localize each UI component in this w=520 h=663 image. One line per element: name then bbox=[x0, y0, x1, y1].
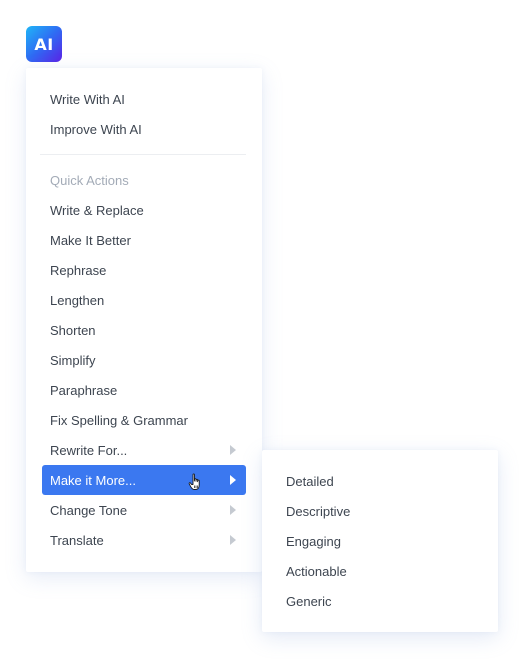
menu-item-label: Improve With AI bbox=[50, 121, 142, 137]
submenu-arrow-icon bbox=[230, 445, 236, 455]
menu-item-rewrite-for[interactable]: Rewrite For... bbox=[42, 435, 246, 465]
submenu-item-label: Detailed bbox=[286, 473, 334, 489]
submenu-arrow-icon bbox=[230, 535, 236, 545]
menu-item-fix-spelling-grammar[interactable]: Fix Spelling & Grammar bbox=[42, 405, 246, 435]
menu-item-label: Write & Replace bbox=[50, 202, 144, 218]
menu-item-write-and-replace[interactable]: Write & Replace bbox=[42, 195, 246, 225]
make-it-more-submenu: Detailed Descriptive Engaging Actionable… bbox=[262, 450, 498, 632]
submenu-item-actionable[interactable]: Actionable bbox=[278, 556, 482, 586]
submenu-arrow-icon bbox=[230, 505, 236, 515]
menu-item-label: Make it More... bbox=[50, 472, 136, 488]
submenu-item-detailed[interactable]: Detailed bbox=[278, 466, 482, 496]
submenu-item-label: Generic bbox=[286, 593, 332, 609]
menu-item-label: Shorten bbox=[50, 322, 96, 338]
menu-item-paraphrase[interactable]: Paraphrase bbox=[42, 375, 246, 405]
menu-item-write-with-ai[interactable]: Write With AI bbox=[42, 84, 246, 114]
menu-item-label: Rewrite For... bbox=[50, 442, 128, 458]
ai-context-menu: Write With AI Improve With AI Quick Acti… bbox=[26, 68, 262, 572]
submenu-item-label: Engaging bbox=[286, 533, 341, 549]
menu-item-label: Lengthen bbox=[50, 292, 105, 308]
submenu-item-engaging[interactable]: Engaging bbox=[278, 526, 482, 556]
submenu-item-label: Actionable bbox=[286, 563, 347, 579]
menu-item-label: Make It Better bbox=[50, 232, 131, 248]
menu-item-label: Translate bbox=[50, 532, 104, 548]
menu-item-label: Rephrase bbox=[50, 262, 107, 278]
menu-item-shorten[interactable]: Shorten bbox=[42, 315, 246, 345]
menu-item-simplify[interactable]: Simplify bbox=[42, 345, 246, 375]
submenu-item-descriptive[interactable]: Descriptive bbox=[278, 496, 482, 526]
section-label-text: Quick Actions bbox=[50, 172, 129, 188]
menu-item-label: Write With AI bbox=[50, 91, 125, 107]
section-label-quick-actions: Quick Actions bbox=[42, 165, 246, 195]
menu-item-translate[interactable]: Translate bbox=[42, 525, 246, 555]
submenu-item-label: Descriptive bbox=[286, 503, 351, 519]
menu-item-make-it-more[interactable]: Make it More... bbox=[42, 465, 246, 495]
hand-pointer-cursor-icon bbox=[188, 473, 200, 490]
menu-item-make-it-better[interactable]: Make It Better bbox=[42, 225, 246, 255]
menu-divider bbox=[40, 154, 246, 155]
menu-item-label: Fix Spelling & Grammar bbox=[50, 412, 188, 428]
menu-item-label: Simplify bbox=[50, 352, 96, 368]
menu-item-improve-with-ai[interactable]: Improve With AI bbox=[42, 114, 246, 144]
submenu-item-generic[interactable]: Generic bbox=[278, 586, 482, 616]
menu-item-label: Change Tone bbox=[50, 502, 128, 518]
ai-logo[interactable]: AI bbox=[26, 26, 62, 62]
menu-item-lengthen[interactable]: Lengthen bbox=[42, 285, 246, 315]
menu-item-change-tone[interactable]: Change Tone bbox=[42, 495, 246, 525]
submenu-arrow-icon bbox=[230, 475, 236, 485]
menu-item-rephrase[interactable]: Rephrase bbox=[42, 255, 246, 285]
menu-item-label: Paraphrase bbox=[50, 382, 118, 398]
